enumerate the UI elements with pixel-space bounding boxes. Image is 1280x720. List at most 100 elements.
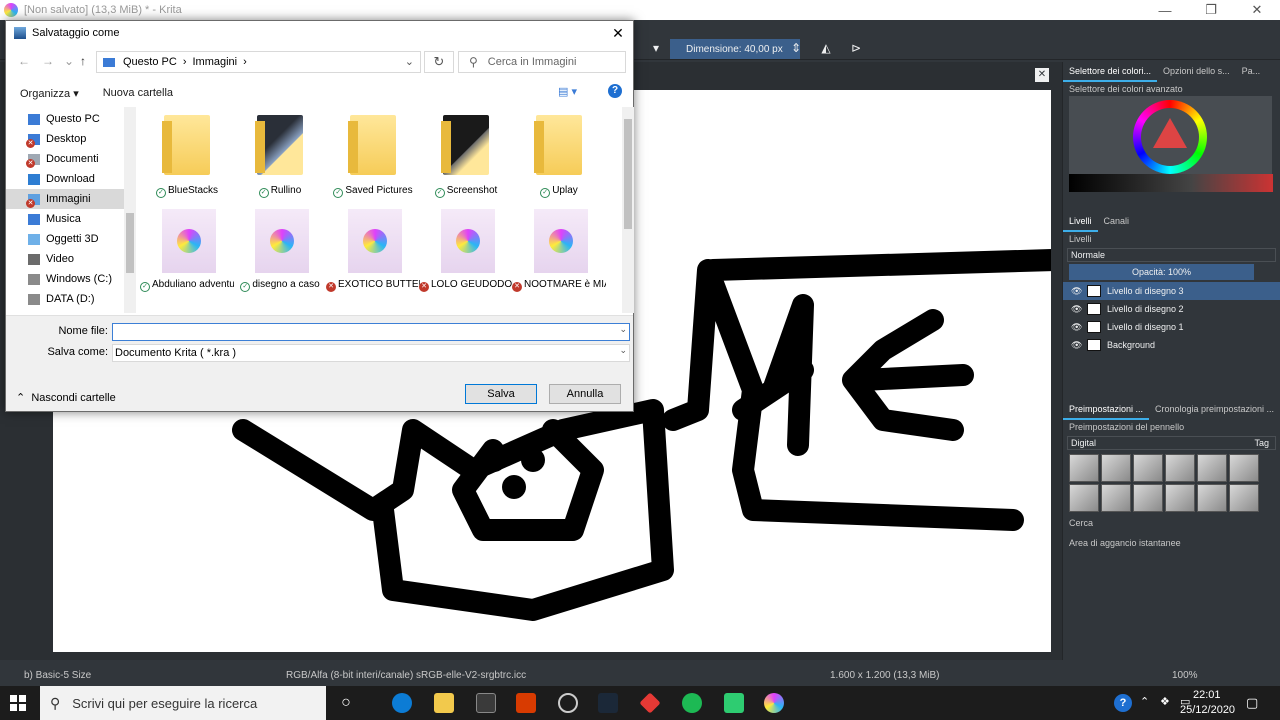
layer-row[interactable]: 👁 Livello di disegno 3	[1063, 282, 1280, 300]
current-brush[interactable]: b) Basic-5 Size	[24, 670, 91, 681]
zoom-level[interactable]: 100%	[1172, 670, 1198, 681]
file-item[interactable]: ✓ Uplay	[512, 111, 606, 211]
brush-preset[interactable]	[1101, 484, 1131, 512]
file-item[interactable]: ✕NOOTMARE è MIA CUGINA	[512, 209, 606, 305]
spin-arrows-icon[interactable]: ⇕	[788, 41, 804, 57]
help-tray-icon[interactable]: ?	[1114, 694, 1132, 712]
file-item[interactable]: ✓ Screenshot	[419, 111, 513, 211]
nav-item[interactable]: ✕ Immagini	[6, 189, 136, 209]
help-icon[interactable]: ?	[608, 84, 622, 98]
nav-item[interactable]: Download	[6, 169, 136, 189]
saturation-triangle[interactable]	[1153, 118, 1187, 148]
store-icon[interactable]	[476, 693, 496, 713]
layer-row[interactable]: 👁 Livello di disegno 1	[1063, 318, 1280, 336]
maximize-button[interactable]: ❐	[1188, 2, 1234, 18]
mirror-vertical-icon[interactable]: ⊳	[848, 41, 864, 57]
chevron-down-icon[interactable]: ⌄	[619, 324, 627, 335]
back-arrow-icon[interactable]: ←	[18, 54, 30, 68]
refresh-button[interactable]: ↻	[424, 51, 454, 73]
brush-preset[interactable]	[1101, 454, 1131, 482]
layer-row[interactable]: 👁 Background	[1063, 336, 1280, 354]
color-history-bar[interactable]	[1069, 174, 1273, 192]
tab-tool-options[interactable]: Opzioni dello s...	[1157, 62, 1236, 82]
close-canvas-icon[interactable]: ✕	[1035, 68, 1049, 82]
breadcrumb-questo-pc[interactable]: Questo PC	[123, 56, 177, 68]
tag-label[interactable]: Tag	[1254, 437, 1269, 449]
eye-icon[interactable]: 👁	[1071, 286, 1083, 297]
file-explorer-icon[interactable]	[434, 693, 454, 713]
file-item[interactable]: ✓Abduliano adventure test	[140, 209, 234, 305]
clock-time[interactable]: 22:01	[1193, 689, 1221, 701]
nav-item[interactable]: Video	[6, 249, 136, 269]
address-bar[interactable]: Questo PC › Immagini › ⌄	[96, 51, 421, 73]
close-icon[interactable]: ✕	[603, 25, 633, 42]
file-item[interactable]: ✓ Saved Pictures	[326, 111, 420, 211]
nav-item[interactable]: Musica	[6, 209, 136, 229]
tab-color-selector[interactable]: Selettore dei colori...	[1063, 62, 1158, 82]
brush-preset[interactable]	[1229, 454, 1259, 482]
file-grid-scrollbar[interactable]	[622, 107, 634, 313]
tab-layers[interactable]: Livelli	[1063, 212, 1098, 232]
tray-chevron-icon[interactable]: ⌃	[1140, 695, 1149, 708]
dropbox-icon[interactable]: ❖	[1160, 695, 1170, 708]
brush-preset[interactable]	[1133, 454, 1163, 482]
blend-mode-select[interactable]: Normale	[1067, 248, 1276, 262]
brush-preset[interactable]	[1133, 484, 1163, 512]
preset-search[interactable]: Cerca	[1063, 516, 1280, 530]
scrollbar-thumb[interactable]	[624, 119, 632, 229]
nav-item[interactable]: Questo PC	[6, 109, 136, 129]
taskbar-search-input[interactable]: ⚲ Scrivi qui per eseguire la ricerca	[40, 686, 326, 720]
obs-icon[interactable]	[558, 693, 578, 713]
nav-pane-scrollbar[interactable]	[124, 107, 136, 313]
organize-button[interactable]: Organizza ▾	[20, 87, 79, 100]
tab-preset-history[interactable]: Cronologia preimpostazioni ...	[1149, 400, 1280, 420]
cancel-button[interactable]: Annulla	[549, 384, 621, 404]
edge-icon[interactable]	[392, 693, 412, 713]
chevron-down-icon[interactable]: ⌄	[405, 55, 414, 68]
brush-preset[interactable]	[1069, 484, 1099, 512]
file-item[interactable]: ✓ disegno a caso	[233, 209, 327, 305]
advanced-color-selector[interactable]	[1069, 96, 1273, 192]
cortana-icon[interactable]: ○	[336, 693, 356, 713]
eye-icon[interactable]: 👁	[1071, 304, 1083, 315]
nav-item[interactable]: ✕ Desktop	[6, 129, 136, 149]
file-item[interactable]: ✓ BlueStacks	[140, 111, 234, 211]
file-item[interactable]: ✓ Rullino	[233, 111, 327, 211]
nav-item[interactable]: Oggetti 3D	[6, 229, 136, 249]
brush-preset[interactable]	[1197, 484, 1227, 512]
steam-icon[interactable]	[598, 693, 618, 713]
savetype-select[interactable]: Documento Krita ( *.kra )	[112, 344, 630, 362]
forward-arrow-icon[interactable]: →	[42, 54, 54, 68]
filename-input[interactable]	[112, 323, 630, 341]
game-launcher-icon[interactable]	[639, 692, 661, 714]
view-options-icon[interactable]: ▤ ▾	[558, 85, 577, 98]
search-input[interactable]: ⚲ Cerca in Immagini	[458, 51, 626, 73]
windows-start-icon[interactable]	[10, 695, 26, 711]
breadcrumb-immagini[interactable]: Immagini	[192, 56, 237, 68]
brush-preset[interactable]	[1069, 454, 1099, 482]
krita-taskbar-icon[interactable]	[764, 693, 784, 713]
minimize-button[interactable]: —	[1142, 3, 1188, 18]
mirror-horizontal-icon[interactable]: ◭	[818, 41, 834, 57]
eye-icon[interactable]: 👁	[1071, 322, 1083, 333]
clock-date[interactable]: 25/12/2020	[1180, 704, 1235, 716]
app-icon[interactable]	[724, 693, 744, 713]
brush-preset[interactable]	[1165, 484, 1195, 512]
tab-channels[interactable]: Canali	[1098, 212, 1136, 232]
new-folder-button[interactable]: Nuova cartella	[103, 87, 173, 99]
nav-item[interactable]: DATA (D:)	[6, 289, 136, 309]
chevron-down-icon[interactable]: ⌄	[619, 345, 627, 356]
brush-preset[interactable]	[1197, 454, 1227, 482]
up-arrow-icon[interactable]: ↑	[80, 54, 86, 68]
close-window-button[interactable]: ✕	[1234, 2, 1280, 18]
dropdown-icon[interactable]: ▾	[648, 41, 664, 57]
tab-palette[interactable]: Pa...	[1236, 62, 1267, 82]
nav-item[interactable]: Windows (C:)	[6, 269, 136, 289]
brush-preset[interactable]	[1165, 454, 1195, 482]
preset-filter-select[interactable]: Digital Tag	[1067, 436, 1276, 450]
recent-chevron-icon[interactable]: ⌄	[64, 54, 74, 68]
save-button[interactable]: Salva	[465, 384, 537, 404]
file-item[interactable]: ✕EXOTICO BUTTERO	[326, 209, 420, 305]
brush-size-slider[interactable]: Dimensione: 40,00 px	[670, 39, 800, 59]
office-icon[interactable]	[516, 693, 536, 713]
